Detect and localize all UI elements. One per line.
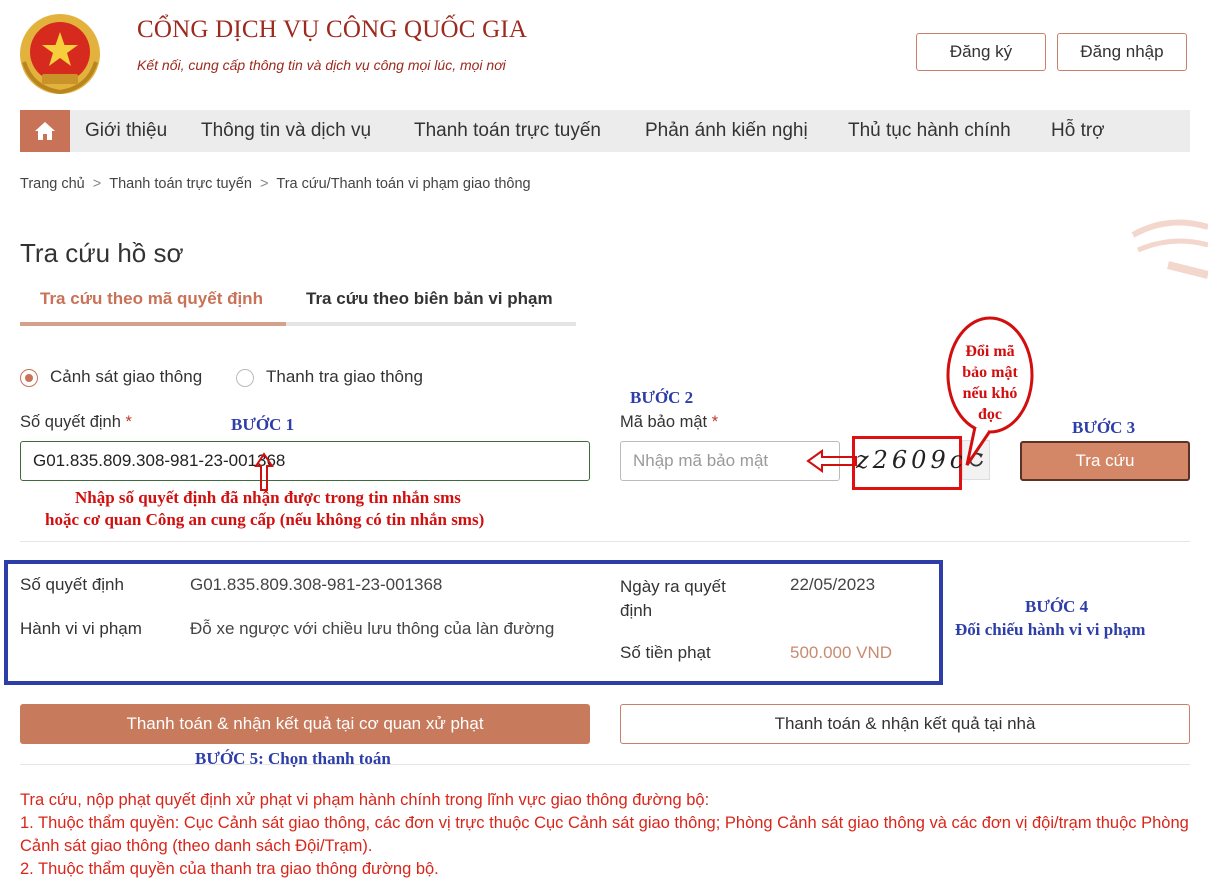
nav-item-gioi-thieu[interactable]: Giới thiệu [85, 110, 167, 152]
result-date-label: Ngày ra quyết định [620, 577, 726, 620]
divider [20, 764, 1190, 765]
step3-label: BƯỚC 3 [1072, 418, 1136, 437]
nav-item-ho-tro[interactable]: Hỗ trợ [1051, 110, 1105, 152]
footer-note-line: 1. Thuộc thẩm quyền: Cục Cảnh sát giao t… [20, 814, 1189, 855]
register-button[interactable]: Đăng ký [916, 33, 1046, 71]
tab-by-report[interactable]: Tra cứu theo biên bản vi phạm [306, 289, 553, 309]
step1-label: BƯỚC 1 [231, 415, 295, 434]
speech-bubble-text: Đổi mã bảo mật nếu khó đọc [962, 343, 1018, 423]
footer-note: Tra cứu, nộp phạt quyết định xử phạt vi … [20, 789, 1195, 881]
search-button[interactable]: Tra cứu [1020, 441, 1190, 481]
decision-number-label: Số quyết định * [20, 413, 132, 431]
nav-item-phan-anh[interactable]: Phản ánh kiến nghị [645, 110, 808, 152]
pay-at-office-button[interactable]: Thanh toán & nhận kết quả tại cơ quan xử… [20, 704, 590, 744]
result-decision-label: Số quyết định [20, 575, 124, 594]
captcha-label: Mã bảo mật * [620, 413, 719, 431]
radio-traffic-inspector[interactable] [236, 369, 254, 387]
step5-label: BƯỚC 5: Chọn thanh toán [195, 749, 391, 768]
tab-by-decision[interactable]: Tra cứu theo mã quyết định [40, 289, 263, 309]
radio-label-traffic-inspector: Thanh tra giao thông [266, 367, 423, 386]
result-fine-label: Số tiền phạt [620, 643, 711, 662]
home-icon[interactable] [20, 110, 70, 152]
breadcrumb-current: Tra cứu/Thanh toán vi phạm giao thông [276, 176, 531, 192]
result-decision-value: G01.835.809.308-981-23-001368 [190, 575, 443, 594]
result-behavior-label: Hành vi vi phạm [20, 619, 142, 638]
tab-underline [286, 322, 576, 326]
page-title: Tra cứu hồ sơ [20, 238, 184, 268]
step4-label: BƯỚC 4 [1025, 597, 1089, 616]
captcha-placeholder: Nhập mã bảo mật [633, 451, 769, 470]
result-fine-value: 500.000 VND [790, 643, 893, 662]
site-slogan: Kết nối, cung cấp thông tin và dịch vụ c… [137, 57, 506, 73]
breadcrumb-home[interactable]: Trang chủ [20, 176, 85, 192]
nav-item-thu-tuc[interactable]: Thủ tục hành chính [848, 110, 1011, 152]
footer-note-line: Tra cứu, nộp phạt quyết định xử phạt vi … [20, 791, 710, 809]
pay-at-home-button[interactable]: Thanh toán & nhận kết quả tại nhà [620, 704, 1190, 744]
decorative-pattern [1128, 205, 1208, 300]
site-title: CỔNG DỊCH VỤ CÔNG QUỐC GIA [137, 16, 528, 43]
decision-number-input[interactable]: G01.835.809.308-981-23-001368 [20, 441, 590, 481]
radio-traffic-police[interactable] [20, 369, 38, 387]
up-arrow-icon [254, 452, 274, 497]
left-arrow-icon [806, 448, 858, 479]
footer-note-line: 2. Thuộc thẩm quyền của thanh tra giao t… [20, 860, 439, 878]
tab-active-underline [20, 322, 286, 326]
step4-desc: Đối chiếu hành vi vi phạm [955, 620, 1146, 639]
main-nav [20, 110, 1190, 152]
radio-label-traffic-police: Cảnh sát giao thông [50, 367, 203, 386]
result-behavior-value: Đỗ xe ngược với chiều lưu thông của làn … [190, 619, 555, 638]
nav-item-thanh-toan[interactable]: Thanh toán trực tuyến [414, 110, 601, 152]
breadcrumb: Trang chủ > Thanh toán trực tuyến > Tra cứu/… [20, 176, 531, 192]
result-date-value: 22/05/2023 [790, 575, 876, 594]
nav-item-thong-tin[interactable]: Thông tin và dịch vụ [201, 110, 371, 152]
step2-label: BƯỚC 2 [630, 388, 694, 407]
national-emblem-logo [18, 12, 102, 96]
breadcrumb-payment[interactable]: Thanh toán trực tuyến [109, 176, 252, 192]
site-branding[interactable]: CỔNG DỊCH VỤ CÔNG QUỐC GIA Kết nối, cung… [137, 16, 527, 73]
divider [20, 541, 1190, 542]
note-line-2: hoặc cơ quan Công an cung cấp (nếu không… [45, 510, 485, 529]
login-button[interactable]: Đăng nhập [1057, 33, 1187, 71]
